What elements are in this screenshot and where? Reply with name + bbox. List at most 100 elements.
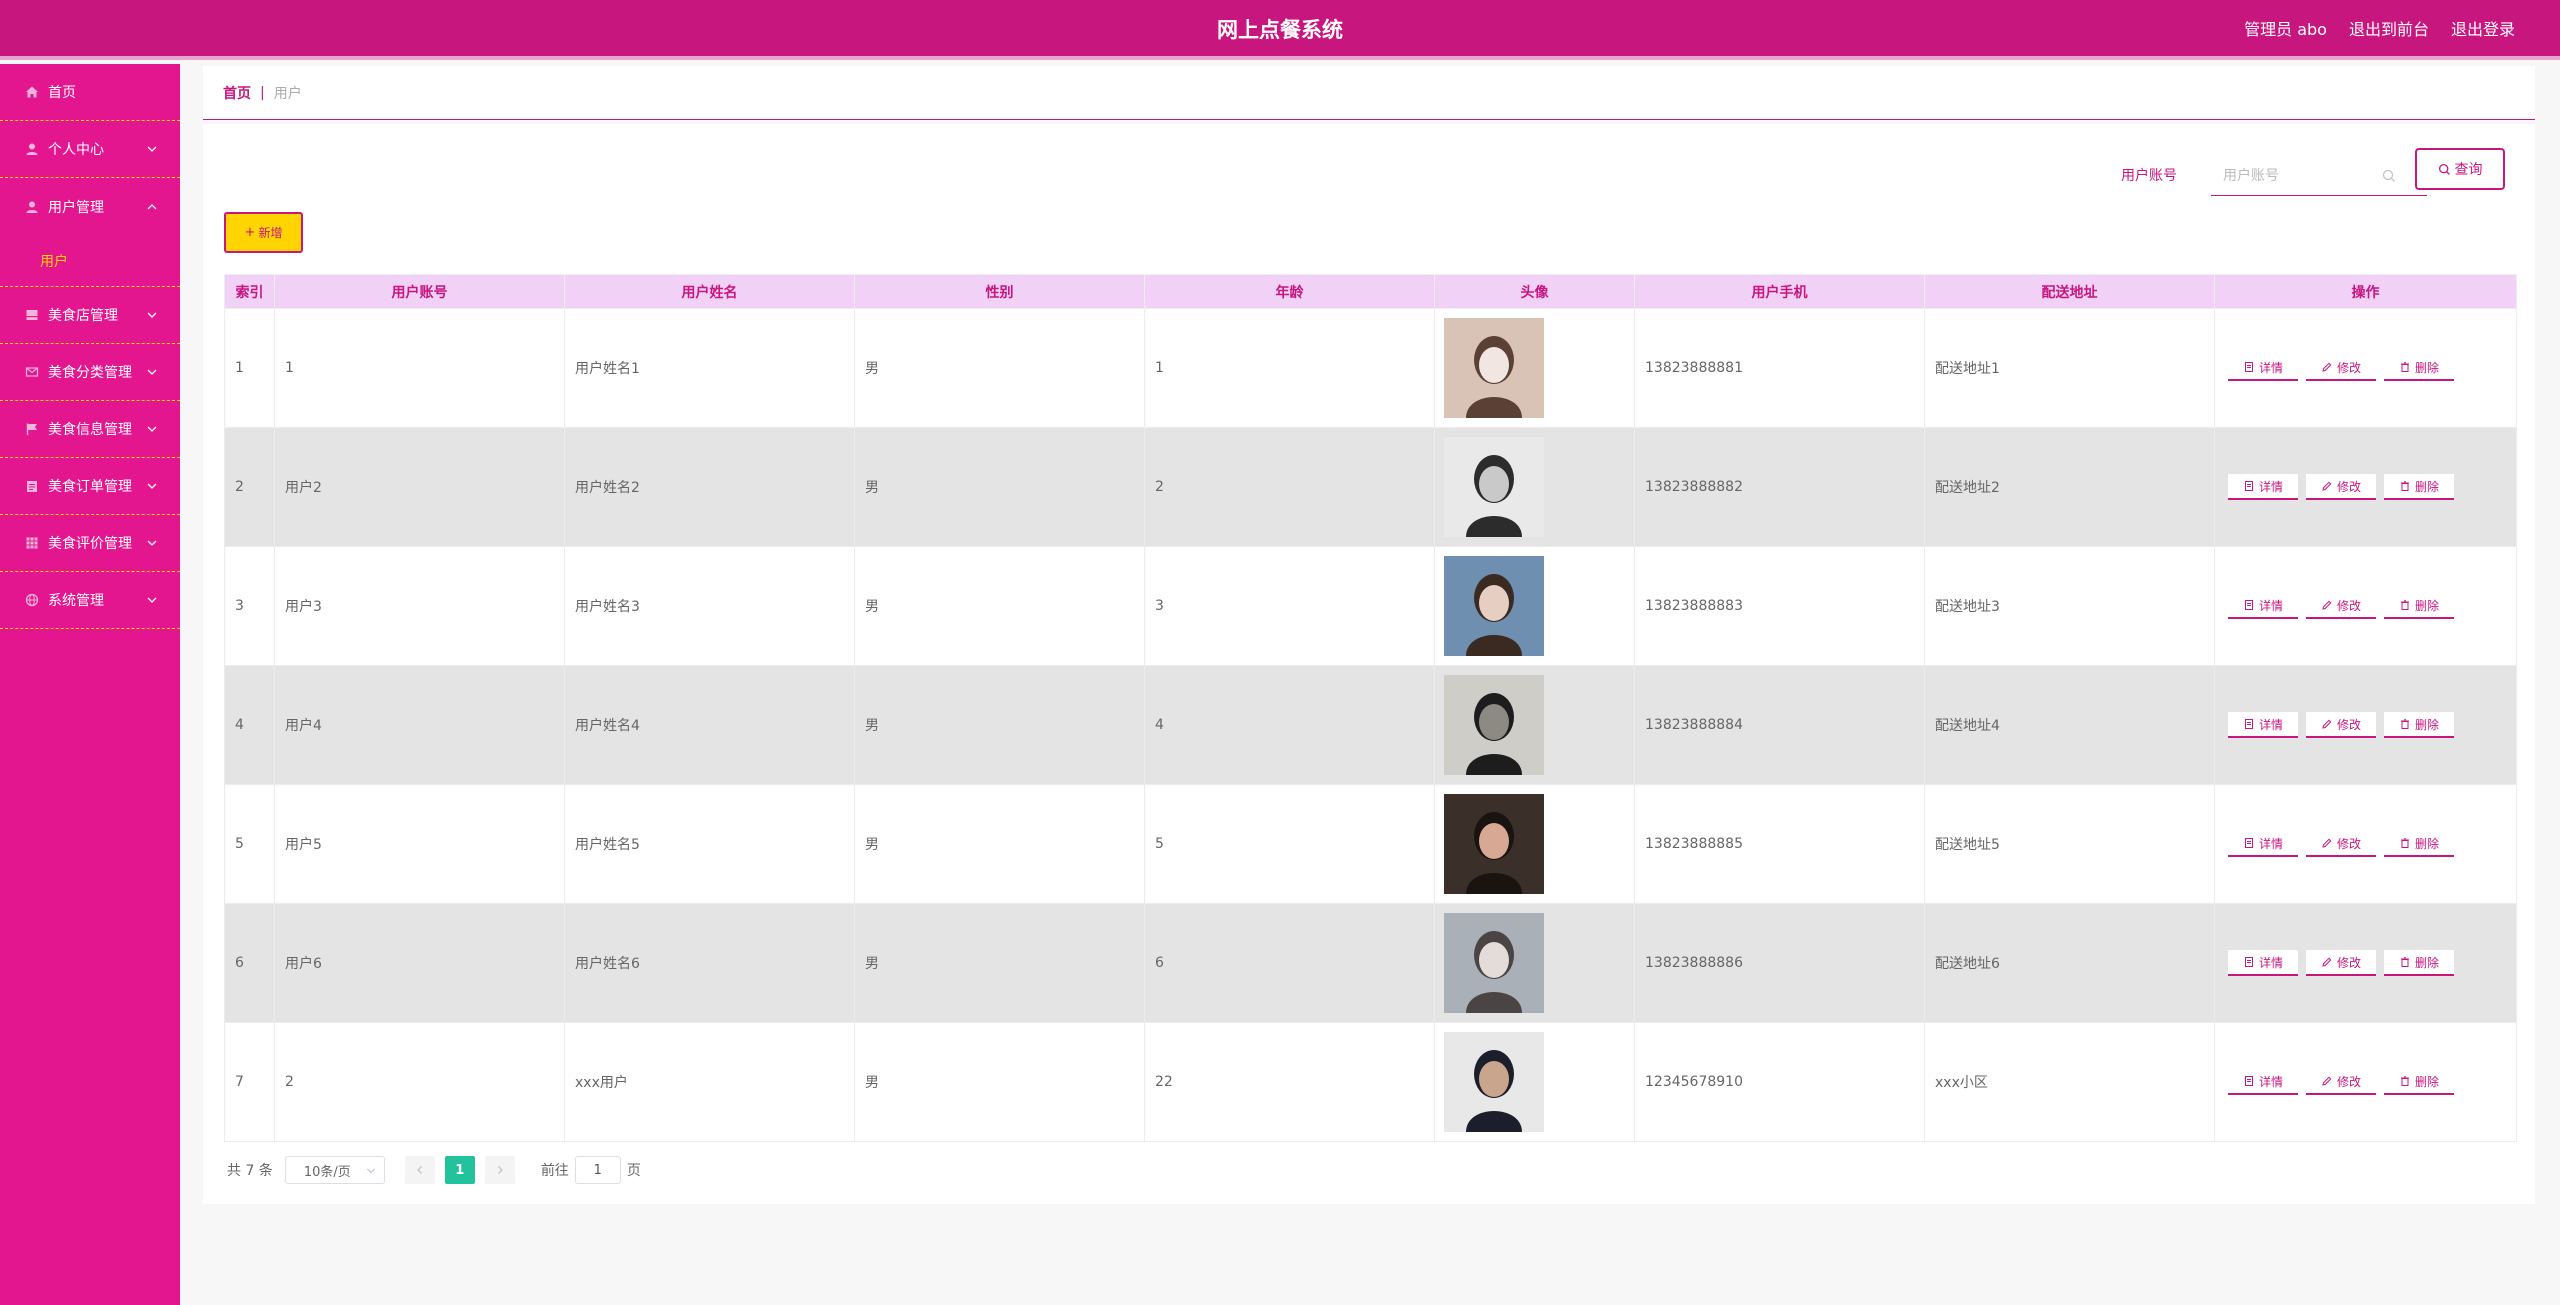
delete-button-label: 删除 — [2414, 1074, 2439, 1089]
sidebar-item-system-management[interactable]: 系统管理 — [0, 572, 180, 629]
delete-button[interactable]: 删除 — [2384, 950, 2454, 976]
chevron-down-icon — [147, 312, 157, 318]
avatar — [1444, 437, 1544, 537]
detail-button[interactable]: 详情 — [2228, 1069, 2298, 1095]
row-actions: 详情 修改 删除 — [2225, 712, 2516, 738]
sidebar-item-category-management[interactable]: 美食分类管理 — [0, 344, 180, 401]
edit-button[interactable]: 修改 — [2306, 474, 2376, 500]
sidebar-item-user-management[interactable]: 用户管理 — [0, 178, 180, 235]
trash-icon — [2400, 719, 2409, 729]
sidebar-item-home[interactable]: 首页 — [0, 64, 180, 121]
column-header[interactable]: 用户手机 — [1634, 274, 1925, 309]
edit-button[interactable]: 修改 — [2306, 593, 2376, 619]
sidebar-item-personal-center[interactable]: 个人中心 — [0, 121, 180, 178]
chevron-down-icon — [147, 597, 157, 603]
detail-button[interactable]: 详情 — [2228, 355, 2298, 381]
column-header[interactable]: 索引 — [224, 274, 275, 309]
sidebar-item-food-info-management[interactable]: 美食信息管理 — [0, 401, 180, 458]
trash-icon — [2400, 600, 2409, 610]
cell-account: 1 — [274, 308, 565, 428]
cell-actions: 详情 修改 删除 — [2214, 546, 2517, 666]
sidebar-item-order-management[interactable]: 美食订单管理 — [0, 458, 180, 515]
cell-address: 配送地址5 — [1924, 784, 2215, 904]
chevron-down-icon — [147, 146, 157, 152]
page-size-value: 10条/页 — [303, 1164, 351, 1180]
sidebar-subitem-user[interactable]: 用户 — [0, 235, 180, 287]
table-row: 5 用户5 用户姓名5 男 5 13823888885 配送地址5 详情 修改 删除 — [224, 784, 2517, 904]
search-label: 用户账号 — [2121, 168, 2177, 184]
edit-button[interactable]: 修改 — [2306, 355, 2376, 381]
document-icon — [2244, 957, 2253, 967]
row-actions: 详情 修改 删除 — [2225, 355, 2516, 381]
column-header[interactable]: 年龄 — [1144, 274, 1435, 309]
cell-phone: 13823888885 — [1634, 784, 1925, 904]
document-icon — [2244, 838, 2253, 848]
column-header[interactable]: 配送地址 — [1924, 274, 2215, 309]
chevron-down-icon — [366, 1168, 375, 1174]
edit-button-label: 修改 — [2336, 717, 2361, 732]
column-header: 操作 — [2214, 274, 2517, 309]
next-page-button[interactable] — [484, 1156, 515, 1184]
document-icon — [2244, 719, 2253, 729]
delete-button[interactable]: 删除 — [2384, 1069, 2454, 1095]
page-number-current[interactable]: 1 — [444, 1156, 475, 1184]
add-button[interactable]: + 新增 — [224, 212, 303, 253]
logout-link[interactable]: 退出登录 — [2451, 0, 2515, 60]
edit-icon — [2322, 1076, 2332, 1086]
detail-button[interactable]: 详情 — [2228, 712, 2298, 738]
table-row: 1 1 用户姓名1 男 1 13823888881 配送地址1 详情 修改 删除 — [224, 308, 2517, 428]
column-header[interactable]: 用户姓名 — [564, 274, 855, 309]
row-actions: 详情 修改 删除 — [2225, 950, 2516, 976]
back-to-front-link[interactable]: 退出到前台 — [2349, 0, 2429, 60]
page-size-select[interactable]: 10条/页 — [284, 1156, 385, 1184]
cell-avatar — [1434, 784, 1635, 904]
cell-name: 用户姓名6 — [564, 903, 855, 1023]
delete-button[interactable]: 删除 — [2384, 831, 2454, 857]
mail-icon — [24, 364, 40, 380]
edit-button[interactable]: 修改 — [2306, 831, 2376, 857]
avatar — [1444, 913, 1544, 1013]
pagination: 共 7 条 10条/页 1 前往 页 — [227, 1156, 641, 1184]
breadcrumb: 首页 | 用户 — [203, 66, 2535, 120]
detail-button[interactable]: 详情 — [2228, 593, 2298, 619]
goto-suffix: 页 — [626, 1163, 641, 1179]
delete-button[interactable]: 删除 — [2384, 593, 2454, 619]
cell-actions: 详情 修改 删除 — [2214, 308, 2517, 428]
cell-avatar — [1434, 1022, 1635, 1142]
detail-button[interactable]: 详情 — [2228, 950, 2298, 976]
delete-button[interactable]: 删除 — [2384, 474, 2454, 500]
edit-button[interactable]: 修改 — [2306, 712, 2376, 738]
document-icon — [2244, 362, 2253, 372]
row-actions: 详情 修改 删除 — [2225, 831, 2516, 857]
sidebar-item-review-management[interactable]: 美食评价管理 — [0, 515, 180, 572]
delete-button[interactable]: 删除 — [2384, 355, 2454, 381]
edit-icon — [2322, 600, 2332, 610]
row-actions: 详情 修改 删除 — [2225, 1069, 2516, 1095]
delete-button[interactable]: 删除 — [2384, 712, 2454, 738]
query-button[interactable]: 查询 — [2415, 148, 2505, 190]
goto-page-input[interactable] — [574, 1156, 621, 1184]
detail-button-label: 详情 — [2258, 598, 2283, 613]
column-header[interactable]: 用户账号 — [274, 274, 565, 309]
globe-icon — [24, 592, 40, 608]
column-header[interactable]: 头像 — [1434, 274, 1635, 309]
prev-page-button[interactable] — [404, 1156, 435, 1184]
sidebar: 首页 个人中心 用户管理 用户 美食店管理 美食分类管理 美食信息管理 美食订单… — [0, 64, 180, 1305]
detail-button[interactable]: 详情 — [2228, 474, 2298, 500]
edit-button[interactable]: 修改 — [2306, 950, 2376, 976]
admin-name: 管理员 abo — [2244, 20, 2327, 39]
cell-phone: 12345678910 — [1634, 1022, 1925, 1142]
breadcrumb-home[interactable]: 首页 — [223, 83, 251, 103]
sidebar-item-shop-management[interactable]: 美食店管理 — [0, 287, 180, 344]
avatar — [1444, 675, 1544, 775]
table-body: 1 1 用户姓名1 男 1 13823888881 配送地址1 详情 修改 删除 2 用户2 用户姓名2… — [224, 308, 2517, 1142]
edit-icon — [2322, 957, 2332, 967]
cell-avatar — [1434, 427, 1635, 547]
cell-address: 配送地址2 — [1924, 427, 2215, 547]
cell-gender: 男 — [854, 546, 1145, 666]
edit-button[interactable]: 修改 — [2306, 1069, 2376, 1095]
edit-icon — [2322, 719, 2332, 729]
detail-button[interactable]: 详情 — [2228, 831, 2298, 857]
column-header[interactable]: 性别 — [854, 274, 1145, 309]
delete-button-label: 删除 — [2414, 598, 2439, 613]
